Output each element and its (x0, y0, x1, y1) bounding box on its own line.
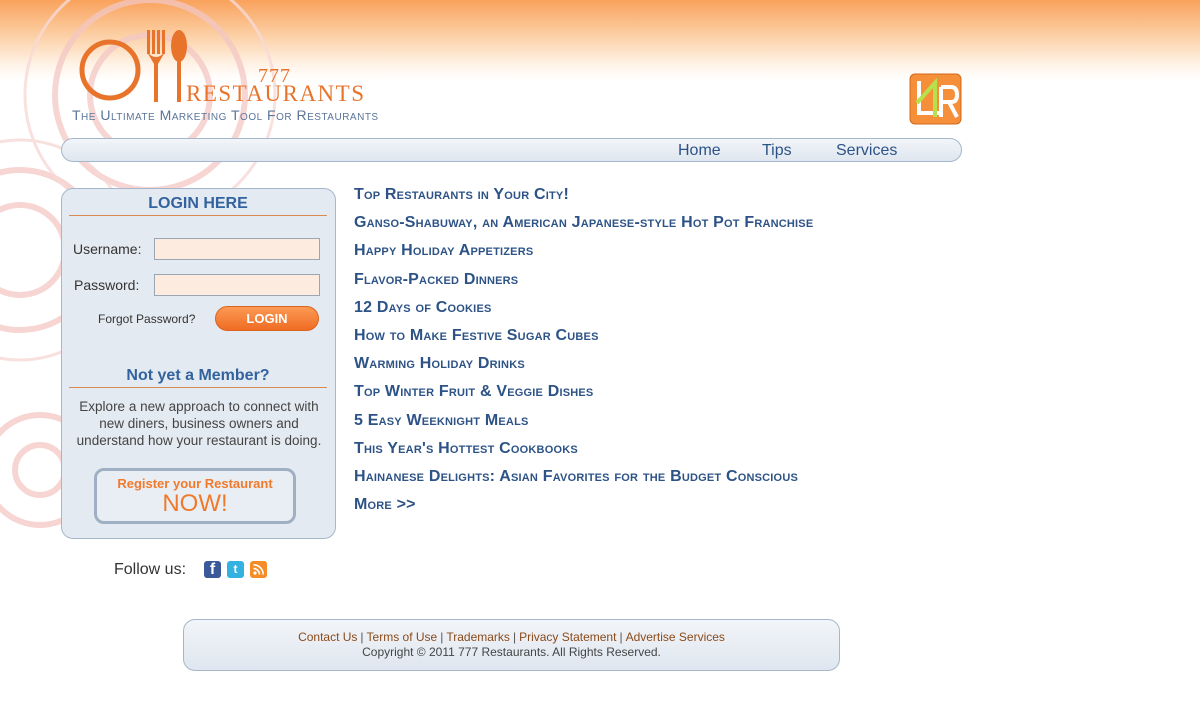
register-button[interactable]: Register your Restaurant NOW! (94, 468, 296, 524)
password-field[interactable] (154, 274, 320, 296)
article-link[interactable]: 5 Easy Weeknight Meals (354, 412, 813, 440)
article-link[interactable]: Flavor-Packed Dinners (354, 271, 813, 299)
forgot-password-link[interactable]: Forgot Password? (98, 312, 195, 326)
footer-contact-us[interactable]: Contact Us (298, 630, 357, 644)
username-field[interactable] (154, 238, 320, 260)
lr-badge-icon[interactable] (909, 73, 962, 125)
article-link[interactable]: This Year's Hottest Cookbooks (354, 440, 813, 468)
article-list: Top Restaurants in Your City! Ganso-Shab… (354, 186, 813, 524)
nav-tips[interactable]: Tips (762, 142, 792, 160)
login-button[interactable]: LOGIN (215, 306, 319, 331)
member-title: Not yet a Member? (69, 367, 327, 388)
member-description: Explore a new approach to connect with n… (76, 399, 322, 448)
footer-privacy-statement[interactable]: Privacy Statement (519, 630, 616, 644)
facebook-icon[interactable]: f (204, 561, 221, 578)
site-logo[interactable]: 777 RESTAURANTS The Ultimate Marketing T… (72, 30, 432, 125)
nav-services[interactable]: Services (836, 142, 897, 160)
login-title: LOGIN HERE (69, 195, 327, 216)
rss-icon[interactable] (250, 561, 267, 578)
footer-advertise-services[interactable]: Advertise Services (626, 630, 725, 644)
footer-trademarks[interactable]: Trademarks (446, 630, 510, 644)
footer-links: Contact Us | Terms of Use | Trademarks | Priva… (298, 630, 725, 644)
article-link[interactable]: How to Make Festive Sugar Cubes (354, 327, 813, 355)
article-link[interactable]: Hainanese Delights: Asian Favorites for … (354, 468, 813, 496)
article-link[interactable]: Top Winter Fruit & Veggie Dishes (354, 383, 813, 411)
plate-fork-spoon-icon (79, 30, 187, 102)
footer-terms-of-use[interactable]: Terms of Use (367, 630, 438, 644)
article-link[interactable]: 12 Days of Cookies (354, 299, 813, 327)
article-link[interactable]: Happy Holiday Appetizers (354, 242, 813, 270)
register-now-label: NOW! (162, 490, 228, 517)
twitter-icon[interactable]: t (227, 561, 244, 578)
article-link[interactable]: Warming Holiday Drinks (354, 355, 813, 383)
article-link[interactable]: Ganso-Shabuway, an American Japanese-sty… (354, 214, 813, 242)
tagline: The Ultimate Marketing Tool For Restaura… (72, 107, 379, 123)
login-panel: LOGIN HERE Username: Password: Forgot Pa… (61, 188, 336, 539)
more-link[interactable]: More >> (354, 496, 813, 524)
footer: Contact Us | Terms of Use | Trademarks | Priva… (183, 619, 840, 671)
article-link[interactable]: Top Restaurants in Your City! (354, 186, 813, 214)
follow-us-label: Follow us: (114, 561, 187, 578)
password-label: Password: (74, 277, 140, 293)
nav-home[interactable]: Home (678, 142, 721, 160)
register-label: Register your Restaurant (117, 476, 273, 491)
main-navigation: Home Tips Services (61, 138, 962, 162)
logo-name: RESTAURANTS (186, 81, 366, 106)
username-label: Username: (73, 241, 142, 257)
copyright: Copyright © 2011 777 Restaurants. All Ri… (362, 645, 661, 659)
